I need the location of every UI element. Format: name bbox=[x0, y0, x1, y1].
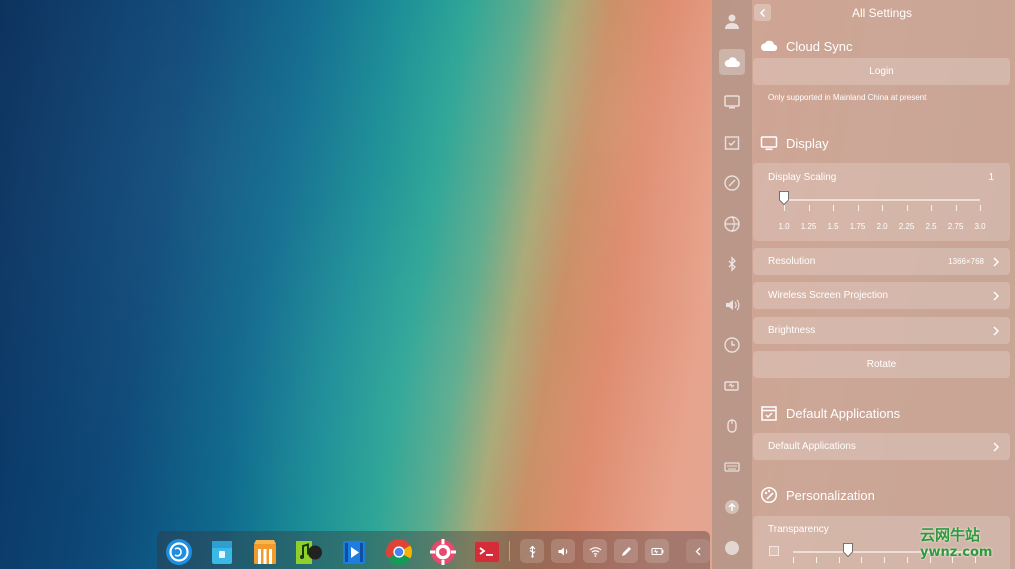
nav-display-icon[interactable] bbox=[719, 89, 745, 115]
back-button[interactable] bbox=[754, 4, 771, 21]
chevron-right-icon bbox=[993, 257, 999, 266]
music-icon[interactable] bbox=[293, 537, 323, 567]
display-scaling-card: Display Scaling 1 1.0 1.25 1.5 1.75 2.0 2.25 2… bbox=[753, 163, 1010, 241]
nav-sound-icon[interactable] bbox=[719, 292, 745, 318]
transparency-slider-thumb[interactable] bbox=[842, 543, 853, 557]
launcher-icon[interactable] bbox=[164, 537, 194, 567]
scaling-tick bbox=[931, 205, 932, 211]
scaling-tick bbox=[980, 205, 981, 211]
dock-separator bbox=[509, 541, 510, 561]
default-apps-title: Default Applications bbox=[786, 405, 901, 421]
chrome-icon[interactable] bbox=[384, 537, 414, 567]
nav-datetime-icon[interactable] bbox=[719, 332, 745, 358]
scaling-tick bbox=[784, 205, 785, 211]
display-title: Display bbox=[786, 135, 829, 151]
scaling-tick-label: 3.0 bbox=[974, 222, 986, 231]
nav-keyboard-icon[interactable] bbox=[719, 454, 745, 480]
personalization-header: Personalization bbox=[760, 484, 875, 506]
settings-content: All Settings Cloud Sync Login Only suppo… bbox=[752, 0, 1015, 569]
default-apps-row[interactable]: Default Applications bbox=[753, 433, 1010, 460]
brightness-row[interactable]: Brightness bbox=[753, 317, 1010, 344]
transparency-tick bbox=[884, 557, 885, 563]
scaling-tick bbox=[833, 205, 834, 211]
file-manager-icon[interactable] bbox=[207, 537, 237, 567]
display-scaling-slider[interactable]: 1.0 1.25 1.5 1.75 2.0 2.25 2.5 2.75 3.0 bbox=[753, 163, 1010, 241]
resolution-label: Resolution bbox=[768, 256, 816, 267]
resolution-value: 1366×768 bbox=[948, 257, 984, 266]
movie-icon[interactable] bbox=[339, 537, 369, 567]
usb-icon[interactable] bbox=[520, 539, 544, 563]
nav-account-icon[interactable] bbox=[719, 8, 745, 34]
page-title: All Settings bbox=[851, 6, 913, 20]
login-label: Login bbox=[869, 66, 894, 77]
scaling-tick bbox=[955, 205, 957, 211]
scaling-slider-track bbox=[784, 199, 980, 201]
display-icon bbox=[760, 136, 778, 151]
chevron-right-icon bbox=[993, 326, 999, 335]
display-header: Display bbox=[760, 132, 829, 154]
chevron-right-icon bbox=[993, 442, 999, 451]
chevron-left-icon bbox=[759, 8, 765, 17]
collapse-arrow-icon[interactable] bbox=[686, 539, 710, 563]
transparency-tick bbox=[906, 557, 908, 563]
scaling-tick bbox=[808, 205, 810, 211]
battery-icon[interactable] bbox=[645, 539, 669, 563]
scaling-tick bbox=[882, 205, 883, 211]
brightness-label: Brightness bbox=[768, 325, 816, 336]
site-watermark: 云网牛站 ywnz.com bbox=[920, 526, 993, 560]
transparency-tick bbox=[861, 557, 863, 563]
settings-panel: All Settings Cloud Sync Login Only suppo… bbox=[712, 0, 1015, 569]
nav-personalization-icon[interactable] bbox=[719, 170, 745, 196]
nav-default-apps-icon[interactable] bbox=[719, 130, 745, 156]
default-apps-header: Default Applications bbox=[760, 402, 900, 424]
volume-icon[interactable] bbox=[551, 539, 575, 563]
scaling-tick bbox=[906, 205, 908, 211]
chevron-right-icon bbox=[993, 291, 999, 300]
scaling-tick bbox=[857, 205, 859, 211]
app-store-icon[interactable] bbox=[250, 537, 280, 567]
personalization-title: Personalization bbox=[786, 487, 875, 503]
settings-topbar: All Settings bbox=[752, 0, 1015, 26]
nav-bluetooth-icon[interactable] bbox=[719, 251, 745, 277]
resolution-row[interactable]: Resolution 1366×768 bbox=[753, 248, 1010, 275]
login-button[interactable]: Login bbox=[753, 58, 1010, 85]
wireless-projection-row[interactable]: Wireless Screen Projection bbox=[753, 282, 1010, 309]
settings-icon[interactable] bbox=[428, 537, 458, 567]
dock bbox=[157, 531, 710, 569]
personalization-icon bbox=[760, 486, 778, 504]
default-apps-row-label: Default Applications bbox=[768, 441, 856, 452]
rotate-button[interactable]: Rotate bbox=[753, 351, 1010, 378]
default-apps-icon bbox=[761, 406, 777, 421]
terminal-icon[interactable] bbox=[472, 537, 502, 567]
wifi-icon[interactable] bbox=[583, 539, 607, 563]
cloud-sync-note: Only supported in Mainland China at pres… bbox=[768, 93, 927, 102]
nav-mouse-icon[interactable] bbox=[719, 413, 745, 439]
scaling-slider-thumb[interactable] bbox=[779, 191, 789, 205]
transparency-tick bbox=[815, 557, 817, 563]
rotate-label: Rotate bbox=[866, 359, 897, 370]
transparency-tick bbox=[793, 557, 794, 563]
wireless-projection-label: Wireless Screen Projection bbox=[768, 290, 889, 301]
watermark-line2: ywnz.com bbox=[920, 545, 993, 560]
nav-network-icon[interactable] bbox=[719, 211, 745, 237]
cloud-sync-title: Cloud Sync bbox=[786, 38, 853, 54]
nav-power-icon[interactable] bbox=[719, 373, 745, 399]
transparency-tick bbox=[838, 557, 840, 563]
watermark-line1: 云网牛站 bbox=[920, 526, 981, 544]
cloud-sync-header: Cloud Sync bbox=[760, 35, 852, 57]
pen-icon[interactable] bbox=[614, 539, 638, 563]
nav-update-icon[interactable] bbox=[719, 494, 745, 520]
nav-cloud-icon[interactable] bbox=[719, 49, 745, 75]
settings-nav-rail bbox=[712, 0, 752, 569]
cloud-icon bbox=[760, 40, 778, 51]
nav-system-info-icon[interactable] bbox=[719, 535, 745, 561]
